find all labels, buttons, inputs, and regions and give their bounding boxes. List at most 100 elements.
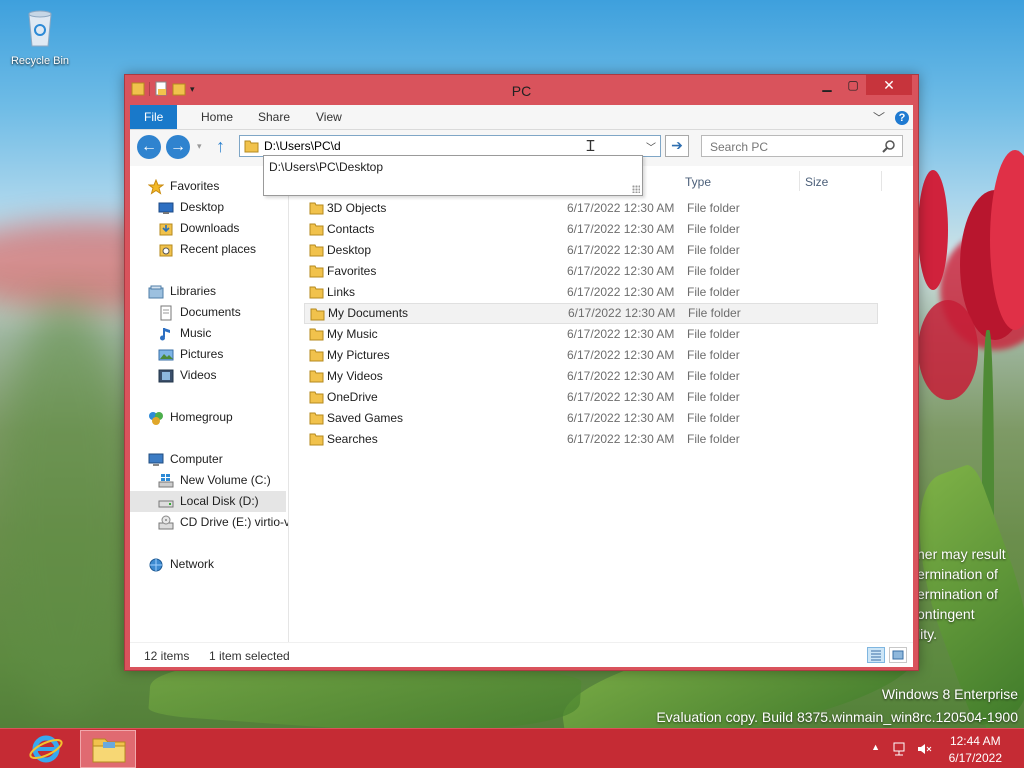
table-row[interactable]: OneDrive 6/17/2022 12:30 AM File folder <box>304 387 878 408</box>
nav-group-favorites[interactable]: Favorites <box>147 176 219 197</box>
file-name: Favorites <box>327 264 377 278</box>
suggestion-item[interactable]: D:\Users\PC\Desktop <box>269 160 383 174</box>
resize-grip[interactable] <box>632 185 640 193</box>
file-name: Links <box>327 285 356 299</box>
nav-item-label: Videos <box>180 368 217 382</box>
table-row[interactable]: My Pictures 6/17/2022 12:30 AM File folder <box>304 345 878 366</box>
file-name: OneDrive <box>327 390 378 404</box>
file-type: File folder <box>687 285 740 299</box>
details-view-button[interactable] <box>867 647 885 663</box>
taskbar-internet-explorer[interactable] <box>18 730 74 768</box>
network-status-icon[interactable] <box>892 741 908 757</box>
up-button[interactable]: ↑ <box>216 136 225 157</box>
search-input[interactable]: Search PC <box>710 140 768 154</box>
table-row[interactable]: My Videos 6/17/2022 12:30 AM File folder <box>304 366 878 387</box>
taskbar-file-explorer[interactable] <box>80 730 136 768</box>
nav-group-homegroup[interactable]: Homegroup <box>148 407 233 428</box>
large-icons-view-button[interactable] <box>889 647 907 663</box>
cd-drive-icon <box>158 515 174 531</box>
title-bar[interactable]: ▾ PC ▁ ▢ ✕ <box>125 75 918 105</box>
details-view-icon <box>871 650 881 661</box>
nav-item-videos[interactable]: Videos <box>158 365 216 386</box>
file-date-modified: 6/17/2022 12:30 AM <box>567 222 675 236</box>
folder-icon <box>309 285 324 299</box>
star-icon <box>147 178 165 195</box>
computer-icon <box>148 452 164 468</box>
close-button[interactable]: ✕ <box>866 75 912 95</box>
help-icon[interactable]: ? <box>895 110 909 125</box>
nav-item-label: Documents <box>180 305 241 319</box>
desktop-icon <box>158 200 174 216</box>
nav-item-new-volume-c[interactable]: New Volume (C:) <box>158 470 271 491</box>
nav-item-recent-places[interactable]: Recent places <box>158 239 256 260</box>
legal-line: ontingent <box>917 606 975 622</box>
tab-share[interactable]: Share <box>244 105 304 129</box>
back-button[interactable]: ← <box>137 135 161 159</box>
table-row[interactable]: 3D Objects 6/17/2022 12:30 AM File folder <box>304 198 878 219</box>
recent-places-icon <box>158 242 174 258</box>
ribbon-tabs: File Home Share View ﹀ ? <box>130 105 913 130</box>
tab-home[interactable]: Home <box>187 105 247 129</box>
column-header-size[interactable]: Size <box>805 175 828 189</box>
nav-item-music[interactable]: Music <box>158 323 211 344</box>
nav-item-label: CD Drive (E:) virtio-v <box>180 515 289 529</box>
nav-group-libraries[interactable]: Libraries <box>148 281 216 302</box>
tab-view[interactable]: View <box>302 105 356 129</box>
table-row[interactable]: Desktop 6/17/2022 12:30 AM File folder <box>304 240 878 261</box>
file-date-modified: 6/17/2022 12:30 AM <box>568 306 676 320</box>
text-cursor: Ｉ <box>583 138 599 155</box>
forward-button[interactable]: → <box>166 135 190 159</box>
table-row[interactable]: My Documents 6/17/2022 12:30 AM File folde… <box>304 303 878 324</box>
table-row[interactable]: My Music 6/17/2022 12:30 AM File folder <box>304 324 878 345</box>
nav-item-pictures[interactable]: Pictures <box>158 344 223 365</box>
table-row[interactable]: Links 6/17/2022 12:30 AM File folder <box>304 282 878 303</box>
nav-item-documents[interactable]: Documents <box>158 302 241 323</box>
folder-icon <box>309 390 324 404</box>
nav-group-computer[interactable]: Computer <box>148 449 223 470</box>
folder-icon <box>309 327 324 341</box>
expand-ribbon-icon[interactable]: ﹀ <box>873 109 885 126</box>
nav-item-label: Desktop <box>180 200 225 214</box>
table-row[interactable]: Favorites 6/17/2022 12:30 AM File folder <box>304 261 878 282</box>
watermark-edition: Windows 8 Enterprise <box>881 686 1018 702</box>
table-row[interactable]: Saved Games 6/17/2022 12:30 AM File folder <box>304 408 878 429</box>
table-row[interactable]: Searches 6/17/2022 12:30 AM File folder <box>304 429 878 450</box>
column-separator[interactable] <box>799 171 800 191</box>
address-suggestions: D:\Users\PC\Desktop <box>263 155 643 196</box>
watermark-build: Evaluation copy. Build 8375.winmain_win8… <box>656 709 1018 725</box>
window-title: PC <box>511 83 532 99</box>
nav-item-downloads[interactable]: Downloads <box>158 218 239 239</box>
windows-drive-icon <box>158 473 174 489</box>
folder-icon <box>309 264 324 278</box>
show-hidden-icons-icon[interactable]: ▲ <box>871 742 880 752</box>
go-button[interactable]: ➔ <box>665 135 689 157</box>
column-separator[interactable] <box>881 171 882 191</box>
address-dropdown-icon[interactable]: ﹀ <box>646 139 656 154</box>
search-icon[interactable] <box>882 139 896 153</box>
tab-file[interactable]: File <box>130 105 178 129</box>
address-bar[interactable]: D:\Users\PC\d Ｉ ﹀ <box>239 135 661 157</box>
navigation-pane[interactable]: Favorites Desktop Downloads Recent places Li… <box>130 166 289 642</box>
nav-item-local-disk-d[interactable]: Local Disk (D:) <box>130 491 286 512</box>
file-date-modified: 6/17/2022 12:30 AM <box>567 201 675 215</box>
minimize-button[interactable]: ▁ <box>814 75 840 95</box>
nav-group-label: Homegroup <box>170 410 233 424</box>
item-count: 12 items <box>144 649 190 663</box>
volume-muted-icon[interactable] <box>916 741 932 757</box>
documents-icon <box>158 305 174 321</box>
table-row[interactable]: Contacts 6/17/2022 12:30 AM File folder <box>304 219 878 240</box>
file-type: File folder <box>687 369 740 383</box>
clock[interactable]: 12:44 AM 6/17/2022 <box>949 733 1002 767</box>
nav-group-network[interactable]: Network <box>148 554 214 575</box>
recycle-bin[interactable]: Recycle Bin <box>4 6 76 67</box>
file-type: File folder <box>687 243 740 257</box>
nav-item-desktop[interactable]: Desktop <box>158 197 224 218</box>
maximize-button[interactable]: ▢ <box>840 75 866 95</box>
nav-item-cd-drive-e-virtio-v[interactable]: CD Drive (E:) virtio-v <box>158 512 289 533</box>
file-name: Contacts <box>327 222 375 236</box>
recent-locations-icon[interactable]: ▾ <box>197 141 202 152</box>
music-icon <box>158 326 174 342</box>
address-input[interactable]: D:\Users\PC\d <box>264 139 341 153</box>
search-box[interactable]: Search PC <box>701 135 903 157</box>
column-header-type[interactable]: Type <box>685 175 711 189</box>
